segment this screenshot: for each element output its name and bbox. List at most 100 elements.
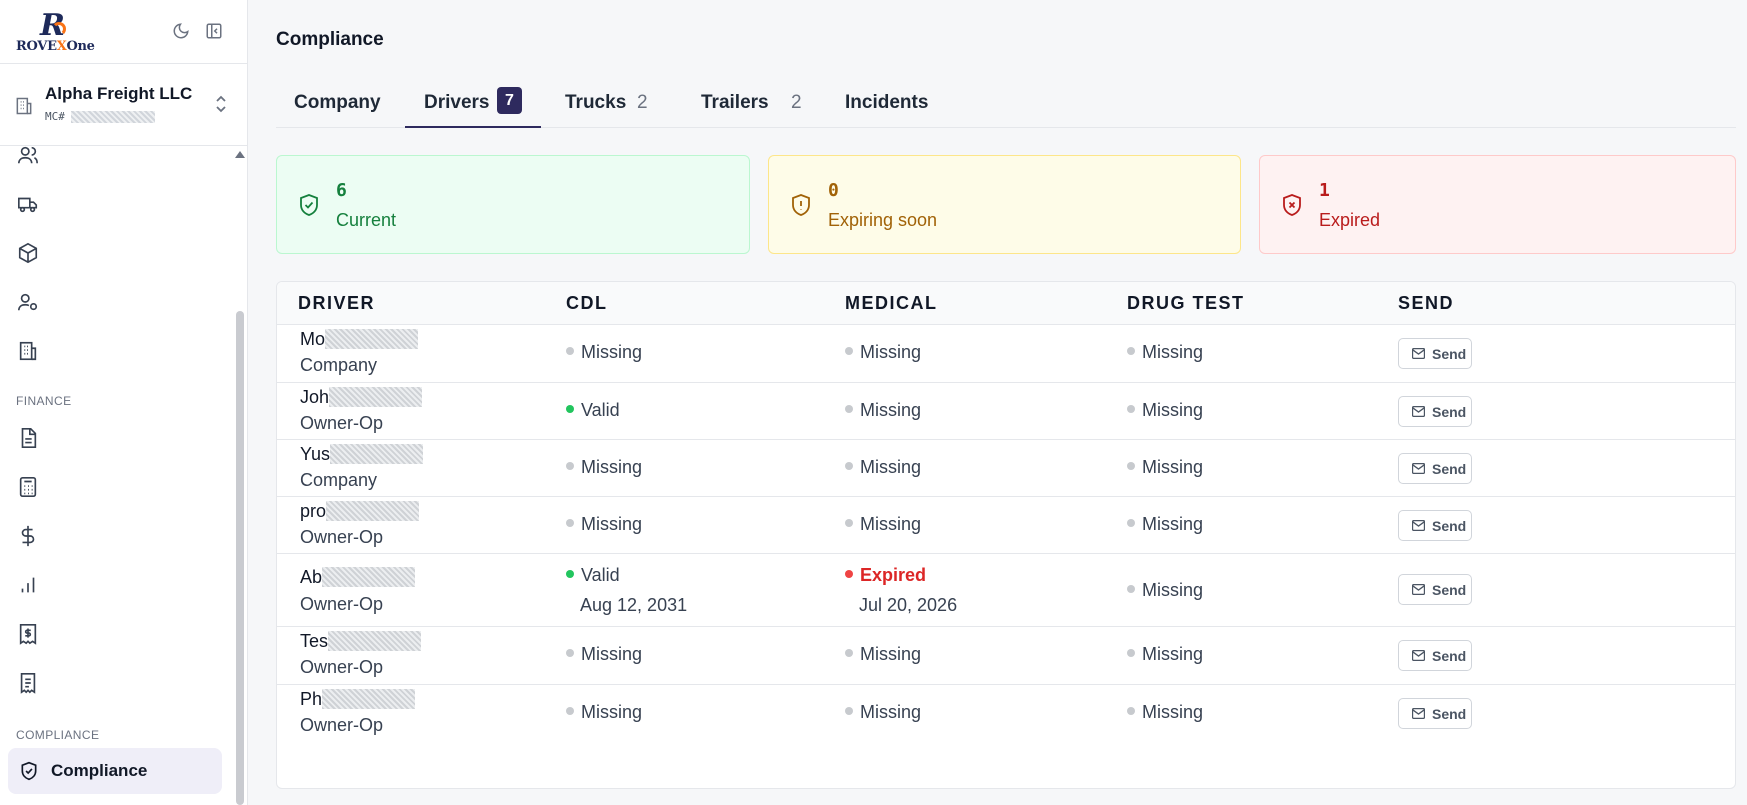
send-button[interactable]: Send [1398, 396, 1472, 427]
invoice-dollar-icon[interactable] [17, 623, 39, 645]
user-settings-icon[interactable] [17, 291, 39, 313]
box-icon[interactable] [17, 242, 39, 264]
table-row[interactable]: pro Owner-Op Missing Missing Missing Send [277, 497, 1735, 554]
tab-trailers[interactable]: Trailers 2 [691, 83, 816, 128]
table-row[interactable]: Joh Owner-Op Valid Missing Missing Send [277, 383, 1735, 440]
drivers-count-badge: 7 [497, 87, 522, 114]
driver-type: Owner-Op [300, 657, 384, 677]
driver-name[interactable]: pro [300, 501, 420, 522]
drug-test-status: Missing [1127, 580, 1203, 601]
mail-icon [1412, 406, 1425, 417]
receipt-icon[interactable] [17, 672, 39, 694]
status-dot [1127, 462, 1135, 471]
scroll-up-arrow[interactable] [235, 151, 245, 158]
cdl-status: Valid [566, 565, 620, 586]
scrollbar-thumb[interactable] [236, 311, 244, 805]
mail-icon [1412, 463, 1425, 474]
users-icon[interactable] [17, 144, 39, 166]
expiring-card[interactable]: 0 Expiring soon [768, 155, 1241, 254]
send-button[interactable]: Send [1398, 338, 1472, 369]
tab-company[interactable]: Company [276, 83, 388, 128]
driver-type: Owner-Op [300, 594, 384, 614]
medical-status: Expired [845, 565, 926, 586]
medical-status: Missing [845, 400, 921, 421]
cdl-status: Valid [566, 400, 620, 421]
redacted-name [329, 387, 423, 407]
driver-name[interactable]: Yus [300, 444, 424, 465]
col-cdl: CDL [566, 293, 608, 313]
calculator-icon[interactable] [17, 476, 39, 498]
driver-name[interactable]: Ph [300, 689, 416, 710]
redacted-name [328, 631, 422, 651]
driver-name[interactable]: Joh [300, 387, 423, 408]
driver-name[interactable]: Tes [300, 631, 422, 652]
expiring-count: 0 [828, 180, 839, 201]
table-row[interactable]: Ab Owner-Op Valid Aug 12, 2031 Expired Jul 20… [277, 554, 1735, 627]
tab-trucks[interactable]: Trucks 2 [555, 83, 665, 128]
section-finance: FINANCE [16, 394, 72, 408]
status-dot [566, 570, 574, 579]
send-button[interactable]: Send [1398, 453, 1472, 484]
status-dot [566, 405, 574, 414]
drivers-table: DRIVER CDL MEDICAL DRUG TEST SEND Mo Comp… [276, 281, 1736, 789]
page-title: Compliance [276, 29, 384, 50]
driver-type: Company [300, 355, 378, 375]
bar-chart-icon[interactable] [17, 574, 39, 596]
medical-expiry-date: Jul 20, 2026 [859, 595, 958, 615]
status-dot [1127, 707, 1135, 716]
mail-icon [1412, 520, 1425, 531]
status-dot [566, 649, 574, 658]
col-medical: MEDICAL [845, 293, 938, 313]
send-button[interactable]: Send [1398, 698, 1472, 729]
send-button[interactable]: Send [1398, 510, 1472, 541]
section-compliance: COMPLIANCE [16, 728, 100, 742]
dollar-icon[interactable] [17, 525, 39, 547]
current-card[interactable]: 6 Current [276, 155, 750, 254]
compliance-tabs: Company Drivers 7 Trucks 2 Trailers 2 In… [276, 83, 1736, 128]
file-text-icon[interactable] [17, 427, 39, 449]
truck-icon[interactable] [17, 193, 39, 215]
trailers-count: 2 [791, 92, 802, 113]
send-button[interactable]: Send [1398, 574, 1472, 605]
table-row[interactable]: Yus Company Missing Missing Missing Send [277, 440, 1735, 497]
drug-test-status: Missing [1127, 400, 1203, 421]
sidebar: R ROVEXOne Alpha Freight LLC MC# FINANCE… [0, 0, 248, 805]
expired-card[interactable]: 1 Expired [1259, 155, 1736, 254]
driver-name[interactable]: Ab [300, 567, 416, 588]
tab-incidents[interactable]: Incidents [835, 83, 945, 128]
driver-type: Owner-Op [300, 413, 384, 433]
redacted-name [326, 501, 420, 521]
status-dot [845, 649, 853, 658]
medical-status: Missing [845, 514, 921, 535]
status-dot [566, 707, 574, 716]
sidebar-item-compliance[interactable]: Compliance [8, 748, 222, 794]
building-icon [16, 97, 32, 115]
table-row[interactable]: Ph Owner-Op Missing Missing Missing Send [277, 685, 1735, 743]
drug-test-status: Missing [1127, 644, 1203, 665]
cdl-status: Missing [566, 342, 642, 363]
mail-icon [1412, 650, 1425, 661]
building-icon[interactable] [17, 340, 39, 362]
cdl-expiry-date: Aug 12, 2031 [580, 595, 688, 615]
current-label: Current [336, 210, 397, 230]
status-dot [845, 405, 853, 414]
drug-test-status: Missing [1127, 457, 1203, 478]
company-switcher[interactable]: Alpha Freight LLC MC# [0, 64, 247, 146]
logo-bar: R ROVEXOne [0, 0, 247, 64]
chevron-up-down-icon [216, 95, 226, 113]
sidebar-nav: FINANCE COMPLIANCE Compliance [0, 146, 234, 805]
medical-status: Missing [845, 457, 921, 478]
shield-x-icon [1283, 194, 1301, 216]
medical-status: Missing [845, 342, 921, 363]
expired-count: 1 [1319, 180, 1330, 201]
mail-icon [1412, 708, 1425, 719]
tab-drivers[interactable]: Drivers 7 [405, 83, 541, 128]
moon-icon[interactable] [172, 22, 190, 40]
collapse-sidebar-icon[interactable] [205, 22, 223, 40]
table-row[interactable]: Tes Owner-Op Missing Missing Missing Send [277, 627, 1735, 685]
rovexone-logo[interactable]: R ROVEXOne [16, 8, 96, 56]
expired-label: Expired [1319, 210, 1381, 230]
send-button[interactable]: Send [1398, 640, 1472, 671]
driver-name[interactable]: Mo [300, 329, 419, 350]
table-row[interactable]: Mo Company Missing Missing Missing Send [277, 325, 1735, 383]
